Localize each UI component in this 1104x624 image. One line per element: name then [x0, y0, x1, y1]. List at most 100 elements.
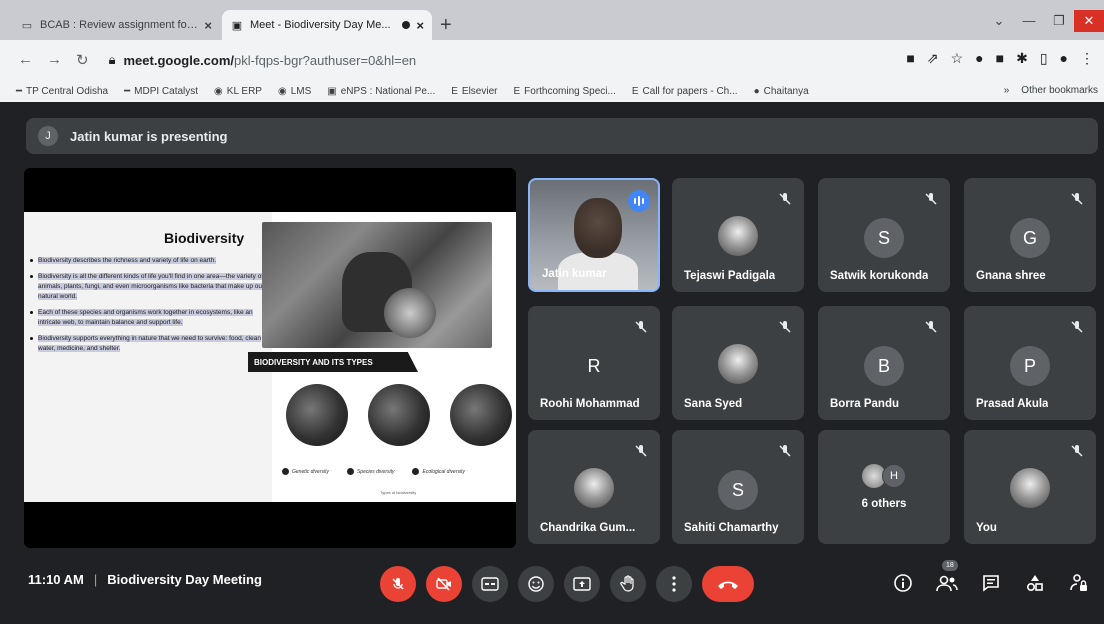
mic-off-icon	[922, 318, 940, 336]
raise-hand-button[interactable]	[610, 566, 646, 602]
chat-button[interactable]	[980, 572, 1002, 594]
participant-tile-jatin-kumar[interactable]: Jatin kumar	[528, 178, 660, 292]
participant-tile-chandrika[interactable]: Chandrika Gum...	[528, 430, 660, 544]
divider: |	[93, 572, 98, 587]
bookmark-icon: E	[451, 85, 458, 97]
species-diversity-image	[368, 384, 430, 446]
bookmarks-bar: ━ TP Central Odisha ━ MDPI Catalyst ◉ KL ER…	[0, 80, 1104, 102]
captions-icon	[481, 577, 499, 591]
mic-off-icon	[1068, 442, 1086, 460]
meeting-details-button[interactable]	[892, 572, 914, 594]
puzzle-icon[interactable]: ✱	[1016, 50, 1028, 67]
microphone-toggle-button[interactable]	[380, 566, 416, 602]
genetic-diversity-image	[286, 384, 348, 446]
back-icon[interactable]: ←	[18, 51, 33, 69]
people-icon	[936, 575, 958, 592]
bookmark-item[interactable]: ● Chaitanya	[754, 86, 809, 97]
participant-tile-sahiti-chamarthy[interactable]: S Sahiti Chamarthy	[672, 430, 804, 544]
phone-hangup-icon	[718, 581, 738, 589]
close-tab-icon[interactable]: ×	[416, 18, 424, 33]
slide-footer: Types of biodiversity	[380, 490, 417, 495]
participant-tile-sana-syed[interactable]: Sana Syed	[672, 306, 804, 420]
participant-tile-borra-pandu[interactable]: B Borra Pandu	[818, 306, 950, 420]
star-icon[interactable]: ☆	[951, 50, 964, 67]
chat-icon	[983, 575, 999, 592]
slide-bullets: Biodiversity describes the richness and …	[30, 256, 266, 360]
bookmark-icon: ▣	[327, 85, 337, 97]
new-tab-button[interactable]: +	[440, 14, 452, 37]
menu-icon[interactable]: ⋮	[1080, 50, 1094, 67]
mic-off-icon	[776, 442, 794, 460]
bookmark-item[interactable]: ━ MDPI Catalyst	[124, 86, 198, 97]
presenter-avatar: J	[38, 126, 58, 146]
participant-name: Chandrika Gum...	[540, 522, 636, 534]
share-icon[interactable]: ⇗	[927, 50, 939, 67]
participant-name: You	[976, 522, 997, 534]
more-vert-icon	[672, 576, 676, 592]
url-field[interactable]: 🔒︎ meet.google.com/pkl-fqps-bgr?authuser…	[109, 52, 417, 68]
close-tab-icon[interactable]: ×	[204, 18, 212, 33]
participant-tile-tejaswi-padigala[interactable]: Tejaswi Padigala	[672, 178, 804, 292]
bookmark-item[interactable]: E Forthcoming Speci...	[513, 86, 615, 97]
shared-screen[interactable]: Biodiversity Biodiversity describes the …	[24, 168, 516, 548]
camera-icon[interactable]: ■	[906, 50, 914, 67]
host-controls-button[interactable]	[1068, 572, 1090, 594]
reactions-button[interactable]	[518, 566, 554, 602]
participant-avatar	[1010, 468, 1050, 508]
participant-avatar: S	[864, 218, 904, 258]
participant-tile-others[interactable]: H 6 others	[818, 430, 950, 544]
slide-legend: Genetic diversity Species diversity Ecol…	[282, 468, 465, 475]
minimize-button[interactable]: —	[1014, 10, 1044, 32]
bookmark-icon: ━	[124, 85, 131, 97]
participant-tile-prasad-akula[interactable]: P Prasad Akula	[964, 306, 1096, 420]
leave-call-button[interactable]	[702, 566, 754, 602]
tab-title: Meet - Biodiversity Day Me...	[250, 19, 391, 31]
legend-item: Ecological diversity	[412, 468, 465, 475]
url-host: meet.google.com/	[123, 52, 235, 68]
slide-bullet: Each of these species and organisms work…	[30, 308, 266, 328]
bookmark-item[interactable]: ▣ eNPS : National Pe...	[327, 86, 435, 97]
extension-icon[interactable]: ■	[996, 50, 1004, 67]
lock-icon: 🔒︎	[108, 52, 116, 67]
slide-bullet: Biodiversity is all the different kinds …	[30, 272, 266, 302]
profile-avatar[interactable]: ●	[1060, 50, 1068, 67]
sidepanel-icon[interactable]: ▯	[1040, 50, 1048, 67]
mic-off-icon	[776, 190, 794, 208]
tab-search-icon[interactable]: ⌄	[984, 10, 1014, 32]
people-button[interactable]: 18	[936, 560, 958, 594]
more-options-button[interactable]	[656, 566, 692, 602]
bookmark-icon: ━	[16, 85, 23, 97]
bookmark-item[interactable]: ◉ KL ERP	[214, 86, 262, 97]
bookmark-item[interactable]: ◉ LMS	[278, 86, 311, 97]
participant-avatar: B	[864, 346, 904, 386]
bookmark-item[interactable]: E Call for papers - Ch...	[632, 86, 738, 97]
tab-title: BCAB : Review assignment for B...	[40, 19, 199, 31]
bookmark-icon: ●	[753, 85, 760, 97]
extension-icon[interactable]: ●	[975, 50, 983, 67]
bookmark-item[interactable]: ━ TP Central Odisha	[16, 86, 108, 97]
chevron-double-right-icon[interactable]: »	[1004, 85, 1010, 96]
mic-off-icon	[632, 442, 650, 460]
participant-tile-roohi-mohammad[interactable]: R Roohi Mohammad	[528, 306, 660, 420]
tab-review-assignment[interactable]: ▭ BCAB : Review assignment for B... ×	[12, 10, 220, 40]
participant-tile-you[interactable]: You	[964, 430, 1096, 544]
reload-icon[interactable]: ↻	[76, 51, 89, 69]
present-screen-button[interactable]	[564, 566, 600, 602]
participant-name: Jatin kumar	[542, 268, 607, 280]
forward-icon[interactable]: →	[47, 51, 62, 69]
participant-tile-gnana-shree[interactable]: G Gnana shree	[964, 178, 1096, 292]
maximize-button[interactable]: ❐	[1044, 10, 1074, 32]
url-path: pkl-fqps-bgr?authuser=0&hl=en	[234, 52, 417, 68]
tab-meet[interactable]: ▣ Meet - Biodiversity Day Me... ×	[222, 10, 432, 40]
participant-tile-satwik-korukonda[interactable]: S Satwik korukonda	[818, 178, 950, 292]
bookmark-item[interactable]: E Elsevier	[451, 86, 497, 97]
recording-indicator-icon	[402, 21, 411, 29]
other-bookmarks[interactable]: Other bookmarks	[1021, 85, 1098, 96]
activities-button[interactable]	[1024, 572, 1046, 594]
bookmark-icon: ◉	[214, 85, 223, 97]
meeting-time: 11:10 AM	[28, 572, 84, 587]
captions-button[interactable]	[472, 566, 508, 602]
meeting-info: 11:10 AM | Biodiversity Day Meeting	[28, 572, 262, 587]
camera-toggle-button[interactable]	[426, 566, 462, 602]
close-window-button[interactable]: ✕	[1074, 10, 1104, 32]
